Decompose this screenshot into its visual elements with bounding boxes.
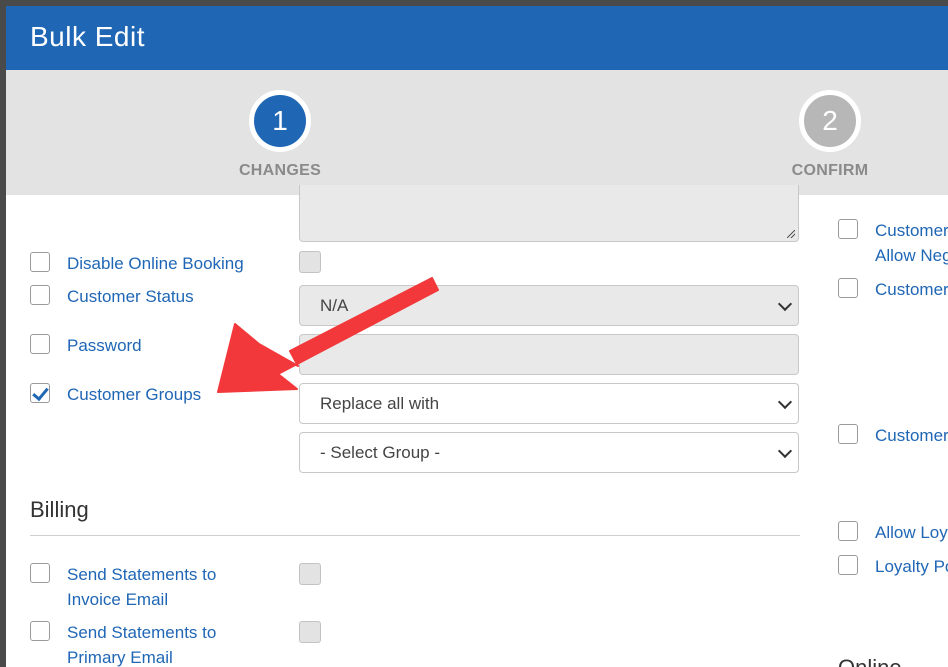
right-field-label[interactable]: Allow Loy bbox=[875, 520, 948, 545]
customer-groups-mode-value: Replace all with bbox=[320, 394, 440, 413]
customer-status-select[interactable]: N/A bbox=[299, 285, 799, 326]
chevron-down-icon bbox=[777, 394, 793, 410]
send-statements-primary-checkbox[interactable] bbox=[30, 621, 50, 641]
modal-header: Bulk Edit bbox=[6, 6, 948, 70]
online-heading: Online bbox=[838, 655, 902, 667]
customer-groups-group-select[interactable]: - Select Group - bbox=[299, 432, 799, 473]
password-label[interactable]: Password bbox=[67, 333, 142, 358]
label-line: Primary Email bbox=[67, 648, 173, 667]
label-line: Send Statements to bbox=[67, 623, 217, 642]
right-field-checkbox[interactable] bbox=[838, 521, 858, 541]
customer-status-checkbox[interactable] bbox=[30, 285, 50, 305]
customer-status-value: N/A bbox=[320, 296, 349, 315]
send-statements-invoice-label[interactable]: Send Statements to Invoice Email bbox=[67, 562, 216, 612]
disable-online-booking-checkbox[interactable] bbox=[30, 252, 50, 272]
send-statements-primary-value-checkbox[interactable] bbox=[299, 621, 321, 643]
customer-groups-mode-select[interactable]: Replace all with bbox=[299, 383, 799, 424]
chevron-down-icon bbox=[777, 296, 793, 312]
right-field-label[interactable]: Customer bbox=[875, 423, 948, 448]
step-label: CONFIRM bbox=[791, 162, 869, 179]
password-checkbox[interactable] bbox=[30, 334, 50, 354]
right-field-checkbox[interactable] bbox=[838, 555, 858, 575]
stepper: 1 CHANGES 2 CONFIRM bbox=[6, 70, 948, 195]
label-line: Send Statements to bbox=[67, 565, 217, 584]
modal-title: Bulk Edit bbox=[30, 21, 145, 52]
password-input[interactable] bbox=[299, 334, 799, 375]
step-number: 1 bbox=[249, 90, 311, 152]
right-field-label[interactable]: Loyalty Po bbox=[875, 554, 948, 579]
chevron-down-icon bbox=[777, 443, 793, 459]
send-statements-invoice-checkbox[interactable] bbox=[30, 563, 50, 583]
label-line: Allow Neg bbox=[875, 246, 948, 265]
right-field-checkbox[interactable] bbox=[838, 219, 858, 239]
customer-status-label[interactable]: Customer Status bbox=[67, 284, 194, 309]
disable-online-booking-label[interactable]: Disable Online Booking bbox=[67, 251, 244, 276]
step-number: 2 bbox=[799, 90, 861, 152]
right-field-checkbox[interactable] bbox=[838, 278, 858, 298]
right-field-label[interactable]: Customer Allow Neg bbox=[875, 218, 948, 268]
customer-groups-checkbox[interactable] bbox=[30, 383, 50, 403]
notes-textarea[interactable] bbox=[299, 185, 799, 242]
billing-divider bbox=[30, 535, 800, 536]
send-statements-invoice-value-checkbox[interactable] bbox=[299, 563, 321, 585]
form-content: Disable Online Booking Customer Status N… bbox=[6, 185, 948, 667]
right-field-checkbox[interactable] bbox=[838, 424, 858, 444]
resize-grip-icon[interactable] bbox=[787, 230, 795, 238]
step-label: CHANGES bbox=[238, 162, 322, 179]
label-line: Invoice Email bbox=[67, 590, 169, 609]
step-changes[interactable]: 1 CHANGES bbox=[210, 90, 350, 180]
customer-groups-label[interactable]: Customer Groups bbox=[67, 382, 201, 407]
bulk-edit-modal: Bulk Edit 1 CHANGES 2 CONFIRM Disable On… bbox=[6, 6, 948, 667]
step-confirm[interactable]: 2 CONFIRM bbox=[760, 90, 900, 180]
right-field-label[interactable]: Customer bbox=[875, 277, 948, 302]
billing-heading: Billing bbox=[30, 497, 89, 522]
send-statements-primary-label[interactable]: Send Statements to Primary Email bbox=[67, 620, 216, 667]
customer-groups-group-value: - Select Group - bbox=[320, 443, 440, 462]
disable-online-booking-value-checkbox[interactable] bbox=[299, 251, 321, 273]
label-line: Customer bbox=[875, 221, 948, 240]
